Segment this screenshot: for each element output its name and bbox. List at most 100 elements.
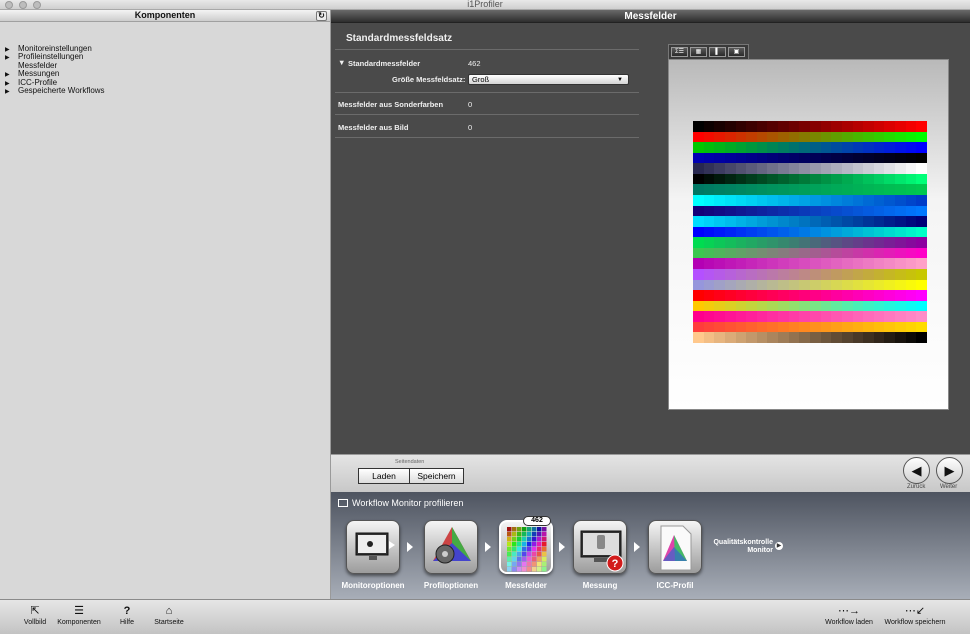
home-button[interactable]: ⌂ Startseite — [150, 604, 188, 626]
color-patch — [799, 279, 810, 291]
color-patch — [746, 311, 757, 322]
patch-set-size-select[interactable]: Groß ▼ — [468, 74, 629, 85]
color-patch — [714, 300, 725, 312]
color-patch — [820, 194, 832, 206]
color-patch — [895, 121, 906, 132]
title-bar: i1Profiler — [0, 0, 970, 10]
mini-patch — [522, 547, 527, 552]
help-icon: ? — [123, 605, 131, 617]
color-patch — [895, 131, 906, 143]
components-header-label: Komponenten — [134, 10, 196, 20]
color-patch — [703, 258, 715, 269]
color-patch — [873, 321, 885, 333]
color-patch — [693, 226, 704, 238]
color-patch — [788, 205, 800, 217]
color-patch — [788, 121, 800, 132]
color-patch — [820, 290, 832, 301]
color-patch — [735, 184, 747, 195]
color-patch — [852, 332, 864, 343]
mini-patch — [507, 532, 512, 537]
tree-item-gespeicherte-workflows[interactable]: ▶ Gespeicherte Workflows — [5, 86, 330, 96]
load-button[interactable]: Laden — [358, 468, 410, 484]
step-patches[interactable] — [499, 520, 553, 574]
arrow-right-circle-icon[interactable]: ▶ — [775, 542, 783, 550]
color-patch — [905, 152, 917, 164]
help-button[interactable]: ? Hilfe — [115, 604, 139, 626]
mini-patch — [507, 547, 512, 552]
color-patch — [810, 163, 821, 174]
color-patch — [788, 268, 800, 280]
color-patch — [916, 258, 927, 269]
color-patch — [756, 268, 768, 280]
disclosure-triangle-icon[interactable]: ▶ — [5, 71, 18, 79]
color-patch — [778, 121, 789, 132]
color-patch — [852, 268, 864, 280]
home-icon: ⌂ — [165, 605, 173, 617]
disclosure-triangle-icon[interactable]: ▶ — [5, 88, 18, 96]
color-patch — [916, 184, 927, 195]
color-patch — [863, 142, 874, 153]
color-patch — [852, 131, 864, 143]
mini-patch — [527, 542, 532, 547]
standard-patches-toggle[interactable]: ▼ — [338, 58, 345, 67]
refresh-icon[interactable]: ↻ — [316, 11, 327, 21]
step-icc-profile[interactable] — [648, 520, 702, 574]
color-patch — [863, 300, 874, 312]
mini-patch — [537, 527, 542, 532]
color-patch — [831, 121, 842, 132]
color-patch — [916, 163, 927, 174]
load-workflow-button[interactable]: ⋯→ Workflow laden — [820, 604, 878, 626]
mini-patch — [522, 532, 527, 537]
patch-preview — [668, 59, 949, 410]
color-patch — [756, 279, 768, 291]
quality-control-link[interactable]: Qualitätskontrolle Monitor — [711, 539, 773, 555]
color-patch — [767, 163, 779, 174]
mini-patch — [527, 557, 532, 562]
color-patch — [884, 311, 896, 322]
color-patch — [714, 321, 725, 333]
color-patch — [714, 131, 725, 143]
color-patch — [724, 194, 736, 206]
step-arrow-icon — [485, 542, 491, 552]
color-patch — [714, 279, 725, 291]
color-patch — [810, 279, 821, 291]
color-patch — [799, 247, 810, 259]
color-patch — [841, 163, 853, 174]
color-patch — [746, 142, 757, 153]
next-button[interactable]: ▶ — [936, 457, 963, 484]
save-button[interactable]: Speichern — [410, 468, 464, 484]
step-measurement[interactable]: ? — [573, 520, 627, 574]
mini-patch — [537, 547, 542, 552]
color-patch — [916, 311, 927, 322]
arrow-left-icon: ◀ — [911, 463, 922, 478]
color-patch — [767, 121, 779, 132]
fullscreen-button[interactable]: ⇱ Vollbild — [20, 604, 50, 626]
color-patch — [905, 173, 917, 185]
color-patch — [799, 142, 810, 153]
color-patch — [746, 205, 757, 217]
color-patch — [778, 152, 789, 164]
color-patch — [799, 173, 810, 185]
sigma-grid-icon[interactable]: Σ☰ — [671, 47, 688, 57]
workflow-strip: Workflow Monitor profilieren ? Monitorop… — [331, 492, 970, 599]
color-patch — [841, 290, 853, 301]
color-patch — [767, 258, 779, 269]
save-workflow-button[interactable]: ⋯↙ Workflow speichern — [880, 604, 950, 626]
components-button[interactable]: ☰ Komponenten — [55, 604, 103, 626]
color-patch — [916, 216, 927, 227]
color-patch — [746, 332, 757, 343]
color-patch — [863, 321, 874, 333]
image-icon[interactable]: ▣ — [728, 47, 745, 57]
single-patch-icon[interactable]: ▌ — [709, 47, 726, 57]
color-patch — [735, 173, 747, 185]
color-patch — [810, 152, 821, 164]
color-patch — [724, 216, 736, 227]
color-patch — [810, 300, 821, 312]
mini-patch — [522, 567, 527, 572]
step-monitor-options[interactable] — [346, 520, 400, 574]
color-patch — [778, 247, 789, 259]
step-profile-options[interactable] — [424, 520, 478, 574]
mini-patch — [537, 557, 542, 562]
back-button[interactable]: ◀ — [903, 457, 930, 484]
grid-icon[interactable]: ▦ — [690, 47, 707, 57]
